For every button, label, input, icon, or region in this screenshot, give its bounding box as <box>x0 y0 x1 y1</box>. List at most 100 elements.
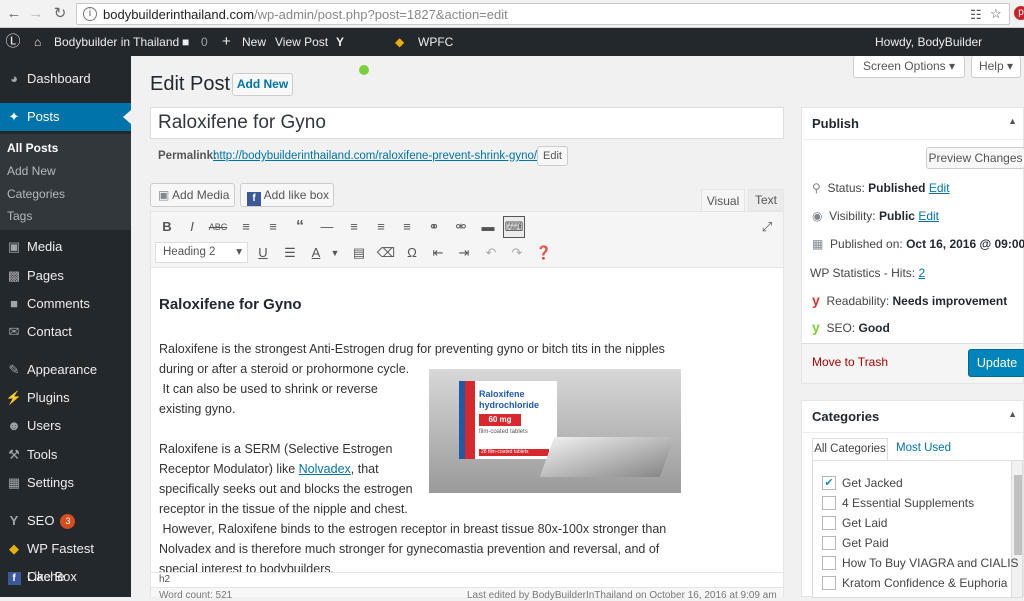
menu-posts[interactable]: ✦ Posts <box>0 103 131 131</box>
tab-most-used[interactable]: Most Used <box>896 442 951 454</box>
tab-all-categories[interactable]: All Categories <box>812 438 888 461</box>
text-color-icon[interactable]: A <box>306 243 326 263</box>
menu-tools[interactable]: ⚒ Tools <box>0 441 131 469</box>
category-checkbox[interactable] <box>822 516 836 530</box>
align-right-icon[interactable]: ≡ <box>397 217 417 237</box>
editor-content[interactable]: Raloxifene for Gyno Raloxifene is the st… <box>151 268 783 572</box>
submenu-categories[interactable]: Categories <box>7 183 65 205</box>
add-media-button[interactable]: ▣ Add Media <box>150 183 235 207</box>
menu-seo[interactable]: Y SEO 3 <box>0 507 131 535</box>
link-icon[interactable]: ⚭ <box>424 217 444 237</box>
new-link[interactable]: New <box>242 28 266 56</box>
add-new-button[interactable]: Add New <box>232 73 293 96</box>
paste-text-icon[interactable]: ▤ <box>349 243 369 263</box>
strikethrough-icon[interactable]: ABC <box>208 217 228 237</box>
category-label[interactable]: 4 Essential Supplements <box>842 496 974 510</box>
menu-like-box[interactable]: f Like Box <box>0 563 131 591</box>
blockquote-icon[interactable]: “ <box>290 217 310 237</box>
update-button[interactable]: Update <box>968 349 1024 377</box>
category-checkbox[interactable] <box>822 496 836 510</box>
comments-count[interactable]: 0 <box>201 28 208 56</box>
help-button[interactable]: Help ▾ <box>971 56 1021 78</box>
menu-pages[interactable]: ▩ Pages <box>0 262 131 290</box>
move-to-trash-link[interactable]: Move to Trash <box>812 355 888 369</box>
menu-dashboard[interactable]: ◕ Dashboard <box>0 65 131 93</box>
bold-icon[interactable]: B <box>157 217 177 237</box>
publish-box-header[interactable]: Publish ▲ <box>802 108 1023 140</box>
categories-box-header[interactable]: Categories ▲ <box>802 401 1023 433</box>
category-label[interactable]: Get Laid <box>842 516 887 530</box>
scrollbar-thumb[interactable] <box>1014 475 1022 555</box>
unlink-icon[interactable]: ⚮ <box>451 217 471 237</box>
fullscreen-icon[interactable]: ⤢ <box>757 217 777 237</box>
category-label[interactable]: Get Jacked <box>842 476 903 490</box>
comment-bubble-icon[interactable]: ■ <box>182 28 189 56</box>
submenu-all-posts[interactable]: All Posts <box>7 137 58 159</box>
justify-icon[interactable]: ☰ <box>280 243 300 263</box>
category-label[interactable]: How To Buy VIAGRA and CIALIS <box>842 556 1019 570</box>
visibility-edit-link[interactable]: Edit <box>918 209 939 223</box>
stats-value[interactable]: 2 <box>918 266 925 280</box>
pinterest-icon[interactable]: p <box>1014 6 1024 20</box>
category-checkbox[interactable] <box>822 576 836 590</box>
category-checkbox[interactable]: ✔ <box>822 476 836 490</box>
address-bar[interactable]: i bodybuilderinthailand.com/wp-admin/pos… <box>76 3 1010 25</box>
category-label[interactable]: Kratom Confidence & Euphoria <box>842 576 1007 590</box>
tab-visual[interactable]: Visual <box>701 189 745 212</box>
menu-settings[interactable]: ▦ Settings <box>0 469 131 497</box>
menu-wp-fastest-cache[interactable]: ◆ WP Fastest Cache <box>0 535 131 584</box>
info-icon[interactable]: i <box>83 7 97 21</box>
menu-users[interactable]: ☻ Users <box>0 412 131 440</box>
collapse-arrow-icon[interactable]: ▲ <box>1008 409 1017 419</box>
status-edit-link[interactable]: Edit <box>929 181 950 195</box>
clear-formatting-icon[interactable]: ⌫ <box>376 243 396 263</box>
category-label[interactable]: Get Paid <box>842 536 889 550</box>
cheetah-icon[interactable]: ◆ <box>395 28 404 56</box>
add-like-box-button[interactable]: f Add like box <box>240 183 334 207</box>
collapse-arrow-icon[interactable]: ▲ <box>1008 116 1017 126</box>
forward-arrow-icon[interactable]: → <box>26 4 46 24</box>
scrollbar[interactable] <box>1011 461 1022 597</box>
italic-icon[interactable]: I <box>182 217 202 237</box>
category-checkbox[interactable] <box>822 536 836 550</box>
special-character-icon[interactable]: Ω <box>402 243 422 263</box>
underline-icon[interactable]: U <box>253 243 273 263</box>
horizontal-line-icon[interactable]: — <box>317 217 337 237</box>
indent-icon[interactable]: ⇥ <box>454 243 474 263</box>
plus-icon[interactable]: + <box>222 28 231 56</box>
howdy-user[interactable]: Howdy, BodyBuilder InThailand <box>875 28 1024 77</box>
submenu-add-new[interactable]: Add New <box>7 160 56 182</box>
menu-media[interactable]: ▣ Media <box>0 233 131 261</box>
menu-appearance[interactable]: ✎ Appearance <box>0 356 131 384</box>
read-more-icon[interactable]: ▬ <box>478 217 498 237</box>
bullet-list-icon[interactable]: ≡ <box>236 217 256 237</box>
reload-icon[interactable]: ↻ <box>50 4 70 24</box>
menu-contact[interactable]: ✉ Contact <box>0 318 131 346</box>
raloxifene-product-image[interactable]: Raloxifene hydrochloride 60 mg film-coat… <box>429 369 681 493</box>
site-name-link[interactable]: Bodybuilder in Thailand <box>54 28 179 56</box>
caret-down-icon[interactable]: ▼ <box>325 243 345 263</box>
align-left-icon[interactable]: ≡ <box>344 217 364 237</box>
toolbar-toggle-icon[interactable]: ⌨ <box>503 216 525 238</box>
numbered-list-icon[interactable]: ≡ <box>263 217 283 237</box>
preview-changes-button[interactable]: Preview Changes <box>926 147 1024 169</box>
menu-plugins[interactable]: ⚡ Plugins <box>0 384 131 412</box>
back-arrow-icon[interactable]: ← <box>4 4 24 24</box>
view-post-link[interactable]: View Post <box>275 28 328 56</box>
outdent-icon[interactable]: ⇤ <box>428 243 448 263</box>
post-title-input[interactable]: Raloxifene for Gyno <box>150 107 784 139</box>
align-center-icon[interactable]: ≡ <box>371 217 391 237</box>
permalink-url[interactable]: http://bodybuilderinthailand.com/raloxif… <box>213 150 537 162</box>
home-icon[interactable]: ⌂ <box>34 28 41 56</box>
wpfc-link[interactable]: WPFC <box>418 28 453 56</box>
yoast-icon[interactable]: Y <box>336 28 344 56</box>
translate-icon[interactable]: ☷ <box>970 7 982 23</box>
format-select[interactable]: Heading 2 ▾ <box>155 242 248 263</box>
bookmark-star-icon[interactable]: ☆ <box>990 6 1002 22</box>
nolvadex-link[interactable]: Nolvadex <box>299 462 351 476</box>
permalink-edit-button[interactable]: Edit <box>537 146 568 166</box>
wordpress-logo-icon[interactable]: Ⓛ <box>4 28 22 56</box>
submenu-tags[interactable]: Tags <box>7 205 32 227</box>
screen-options-button[interactable]: Screen Options ▾ <box>853 56 965 78</box>
menu-comments[interactable]: ■ Comments <box>0 290 131 318</box>
